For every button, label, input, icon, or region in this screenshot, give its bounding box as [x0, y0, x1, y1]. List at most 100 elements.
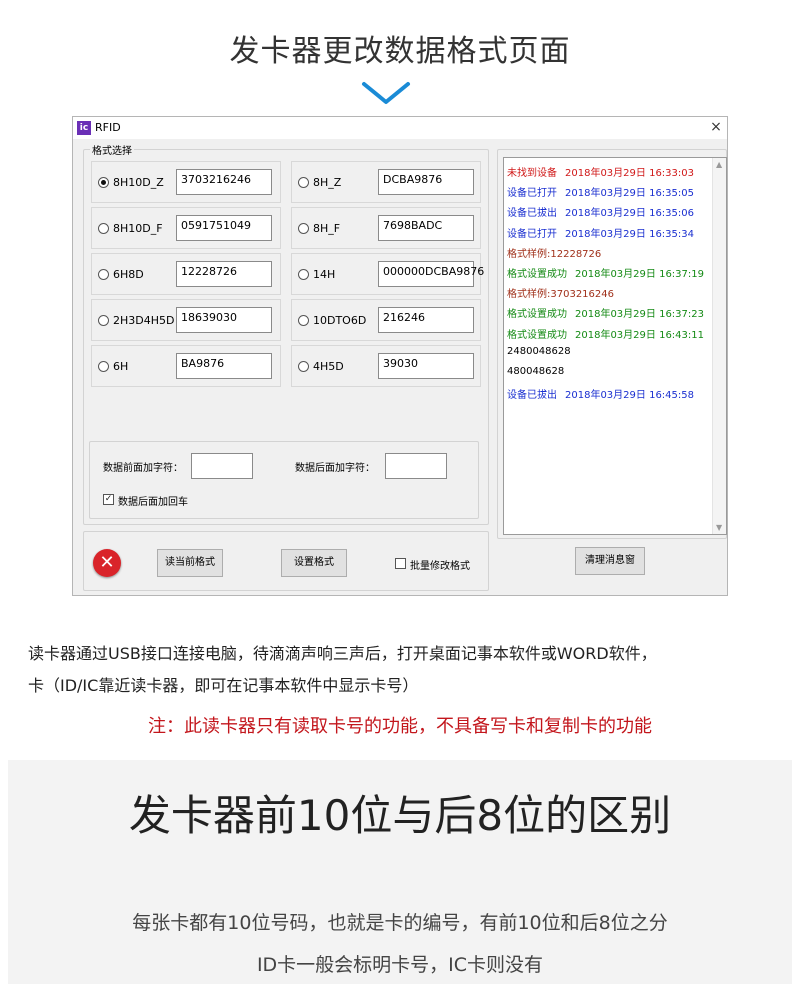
format-group-label: 格式选择 [90, 142, 134, 157]
prefix-input[interactable] [191, 453, 253, 479]
radio-button[interactable] [298, 315, 309, 326]
radio-button[interactable] [98, 269, 109, 280]
log-message: 未找到设备 [507, 168, 557, 179]
close-circle-icon[interactable]: ✕ [93, 549, 121, 577]
format-radio[interactable]: 8H_Z [298, 176, 341, 189]
clear-log-button[interactable]: 清理消息窗 [575, 547, 645, 575]
log-timestamp: 2018年03月29日 16:35:06 [565, 208, 694, 220]
format-option: 8H10D_Z 3703216246 [91, 161, 281, 203]
section-line-1: 每张卡都有10位号码，也就是卡的编号，有前10位和后8位之分 [132, 912, 668, 934]
format-radio[interactable]: 14H [298, 268, 335, 281]
log-entry: 未找到设备 2018年03月29日 16:33:03 [507, 164, 694, 179]
log-timestamp: 2018年03月29日 16:37:23 [575, 309, 704, 321]
format-radio[interactable]: 6H [98, 360, 128, 373]
format-radio[interactable]: 8H_F [298, 222, 340, 235]
log-message: 设备已打开 [507, 228, 557, 240]
batch-modify-checkbox[interactable] [395, 558, 406, 569]
format-label: 14H [313, 268, 336, 281]
read-format-button[interactable]: 读当前格式 [157, 549, 223, 577]
log-entry: 格式设置成功 2018年03月29日 16:43:11 [507, 326, 704, 341]
radio-button[interactable] [298, 177, 309, 188]
format-sample-input[interactable]: DCBA9876 [378, 169, 474, 195]
log-entry: 格式样例:3703216246 [507, 285, 614, 300]
chevron-down-icon [362, 82, 410, 104]
format-option: 8H10D_F 0591751049 [91, 207, 281, 249]
format-sample-input[interactable]: 0591751049 [176, 215, 272, 241]
radio-button[interactable] [98, 315, 109, 326]
log-timestamp: 2018年03月29日 16:37:19 [575, 269, 704, 280]
log-entry: 设备已拔出 2018年03月29日 16:45:58 [507, 386, 694, 401]
intro-line-1: 读卡器通过USB接口连接电脑，待滴滴声响三声后，打开桌面记事本软件或WORD软件… [28, 644, 657, 663]
format-sample-input[interactable]: 12228726 [176, 261, 272, 287]
suffix-label: 数据后面加字符： [295, 463, 375, 474]
log-entry: 格式设置成功 2018年03月29日 16:37:19 [507, 265, 704, 280]
log-message: 设备已拔出 [507, 208, 557, 220]
format-radio[interactable]: 6H8D [98, 268, 144, 281]
log-entry: 格式设置成功 2018年03月29日 16:37:23 [507, 305, 704, 320]
format-option: 14H 000000DCBA9876 [291, 253, 484, 295]
section-line-2: ID卡一般会标明卡号，IC卡则没有 [256, 954, 544, 976]
window-title: RFID [95, 121, 121, 134]
log-entry: 2480048628 [507, 346, 571, 357]
append-cr-label: 数据后面加回车 [118, 497, 188, 508]
format-sample-input[interactable]: 216246 [378, 307, 474, 333]
format-radio[interactable]: 10DTO6D [298, 314, 366, 327]
radio-button[interactable] [298, 361, 309, 372]
log-timestamp: 2018年03月29日 16:45:58 [565, 390, 694, 402]
set-format-button[interactable]: 设置格式 [281, 549, 347, 577]
append-cr-checkbox[interactable]: ✓ [103, 494, 114, 505]
message-log[interactable]: 未找到设备 2018年03月29日 16:33:03 设备已打开 2018年03月29… [503, 157, 727, 535]
log-timestamp: 2018年03月29日 16:43:11 [575, 329, 704, 341]
scroll-up-icon[interactable]: ▲ [716, 160, 722, 169]
format-label: 4H5D [313, 360, 344, 373]
intro-line-2: 卡（ID/IC靠近读卡器，即可在记事本软件中显示卡号） [28, 676, 419, 695]
radio-button[interactable] [298, 223, 309, 234]
radio-button[interactable] [98, 177, 109, 188]
format-option: 4H5D 39030 [291, 345, 481, 387]
log-timestamp: 2018年03月29日 16:35:34 [565, 228, 694, 240]
format-sample-input[interactable]: 7698BADC [378, 215, 474, 241]
log-scrollbar[interactable]: ▲ ▼ [712, 158, 726, 534]
format-radio[interactable]: 8H10D_Z [98, 176, 164, 189]
warning-note: 注：此读卡器只有读取卡号的功能，不具备写卡和复制卡的功能 [148, 716, 652, 737]
log-entry: 设备已打开 2018年03月29日 16:35:34 [507, 225, 694, 240]
format-label: 10DTO6D [313, 314, 367, 327]
title-bar: ic RFID × [73, 117, 727, 139]
log-entry: 480048628 [507, 366, 564, 377]
format-sample-input[interactable]: 39030 [378, 353, 474, 379]
log-entry: 格式样例:12228726 [507, 245, 601, 260]
format-radio[interactable]: 2H3D4H5D [98, 314, 174, 327]
format-sample-input[interactable]: BA9876 [176, 353, 272, 379]
format-sample-input[interactable]: 18639030 [176, 307, 272, 333]
format-radio[interactable]: 8H10D_F [98, 222, 163, 235]
suffix-input[interactable] [385, 453, 447, 479]
log-message: 格式样例:3703216246 [507, 289, 614, 301]
log-message: 格式设置成功 [507, 269, 567, 280]
format-option: 10DTO6D 216246 [291, 299, 481, 341]
format-label: 8H10D_Z [113, 176, 164, 189]
format-label: 8H10D_F [113, 222, 163, 235]
radio-button[interactable] [98, 361, 109, 372]
format-label: 6H8D [113, 268, 144, 281]
format-radio[interactable]: 4H5D [298, 360, 344, 373]
section-title: 发卡器前10位与后8位的区别 [128, 791, 672, 840]
format-sample-input[interactable]: 000000DCBA9876 [378, 261, 484, 287]
format-label: 8H_Z [313, 176, 342, 189]
log-message: 设备已拔出 [507, 390, 557, 402]
format-sample-input[interactable]: 3703216246 [176, 169, 272, 195]
scroll-down-icon[interactable]: ▼ [716, 523, 722, 532]
log-message: 格式设置成功 [507, 309, 567, 321]
page-title: 发卡器更改数据格式页面 [229, 34, 571, 69]
format-label: 6H [113, 360, 129, 373]
log-message: 480048628 [507, 366, 565, 377]
app-icon: ic [77, 121, 91, 135]
log-message: 2480048628 [507, 345, 571, 357]
radio-button[interactable] [98, 223, 109, 234]
prefix-label: 数据前面加字符： [103, 463, 183, 474]
radio-button[interactable] [298, 269, 309, 280]
log-entry: 设备已打开 2018年03月29日 16:35:05 [507, 184, 694, 199]
log-message: 格式样例:12228726 [507, 248, 602, 260]
close-button[interactable]: × [707, 118, 725, 136]
log-timestamp: 2018年03月29日 16:33:03 [565, 168, 694, 179]
log-entry: 设备已拔出 2018年03月29日 16:35:06 [507, 204, 694, 219]
